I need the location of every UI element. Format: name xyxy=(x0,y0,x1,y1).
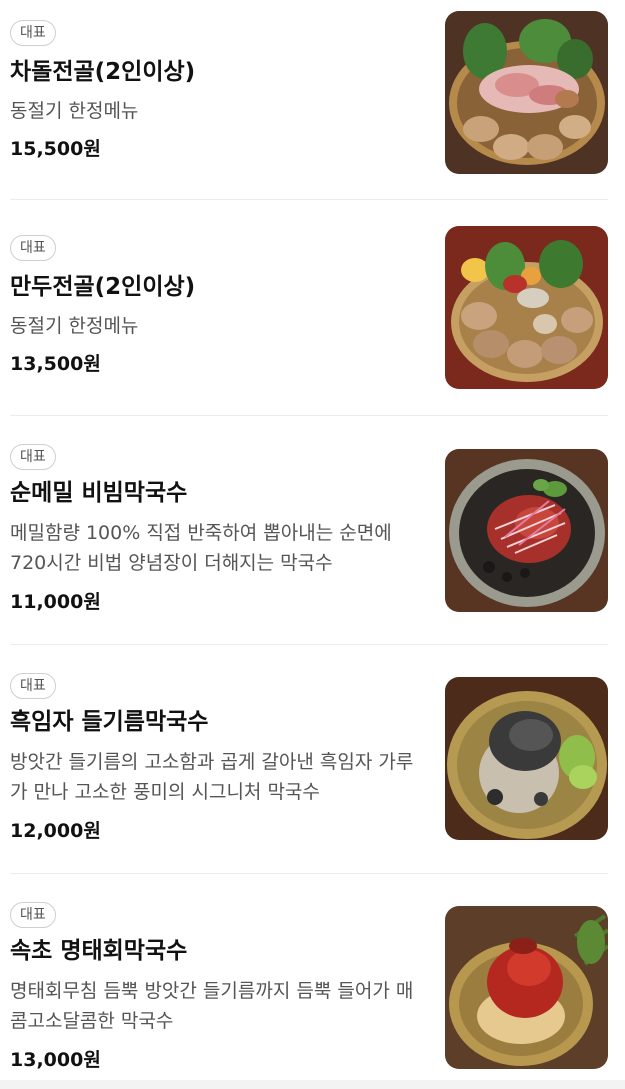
signature-badge: 대표 xyxy=(10,444,56,470)
menu-item-photo[interactable] xyxy=(445,677,608,840)
menu-item-photo[interactable] xyxy=(445,11,608,174)
menu-item-price: 15,500원 xyxy=(10,138,101,160)
bottom-bar xyxy=(0,1080,625,1089)
pollock-sashimi-noodles-photo xyxy=(445,906,608,1069)
menu-item-name: 만두전골(2인이상) xyxy=(10,274,196,300)
menu-item-price: 12,000원 xyxy=(10,820,101,842)
menu-item-description: 명태회무침 듬뿍 방앗간 들기름까지 듬뿍 들어가 매콤고소달콤한 막국수 xyxy=(10,980,414,1032)
menu-item-name: 흑임자 들기름막국수 xyxy=(10,709,209,735)
divider xyxy=(10,644,608,645)
menu-item-name: 차돌전골(2인이상) xyxy=(10,59,196,85)
menu-item-price: 13,500원 xyxy=(10,353,101,375)
spicy-buckwheat-noodles-photo xyxy=(445,449,608,612)
dumpling-hotpot-photo xyxy=(445,226,608,389)
menu-item-name: 속초 명태회막국수 xyxy=(10,938,188,964)
menu-item[interactable]: 대표 만두전골(2인이상) 동절기 한정메뉴 13,500원 xyxy=(10,226,608,416)
menu-item-price: 11,000원 xyxy=(10,591,101,613)
menu-item-description: 동절기 한정메뉴 xyxy=(10,100,139,122)
divider xyxy=(10,199,608,200)
black-sesame-perilla-oil-noodles-photo xyxy=(445,677,608,840)
menu-item-photo[interactable] xyxy=(445,906,608,1069)
menu-item[interactable]: 대표 속초 명태회막국수 명태회무침 듬뿍 방앗간 들기름까지 듬뿍 들어가 매… xyxy=(10,902,608,1082)
menu-item-description: 메밀함량 100% 직접 반죽하여 뽑아내는 순면에 720시간 비법 양념장이… xyxy=(10,522,392,574)
menu-item-description: 동절기 한정메뉴 xyxy=(10,315,139,337)
menu-item[interactable]: 대표 차돌전골(2인이상) 동절기 한정메뉴 15,500원 xyxy=(10,11,608,200)
menu-item-price: 13,000원 xyxy=(10,1049,101,1071)
signature-badge: 대표 xyxy=(10,673,56,699)
signature-badge: 대표 xyxy=(10,902,56,928)
menu-item-photo[interactable] xyxy=(445,226,608,389)
divider xyxy=(10,415,608,416)
menu-item[interactable]: 대표 순메밀 비빔막국수 메밀함량 100% 직접 반죽하여 뽑아내는 순면에 … xyxy=(10,444,608,645)
menu-item-description: 방앗간 들기름의 고소함과 곱게 갈아낸 흑임자 가루가 만나 고소한 풍미의 … xyxy=(10,751,414,803)
divider xyxy=(10,873,608,874)
menu-item-photo[interactable] xyxy=(445,449,608,612)
signature-badge: 대표 xyxy=(10,235,56,261)
signature-badge: 대표 xyxy=(10,20,56,46)
menu-item-name: 순메밀 비빔막국수 xyxy=(10,480,188,506)
beef-brisket-hotpot-photo xyxy=(445,11,608,174)
menu-item[interactable]: 대표 흑임자 들기름막국수 방앗간 들기름의 고소함과 곱게 갈아낸 흑임자 가… xyxy=(10,673,608,874)
